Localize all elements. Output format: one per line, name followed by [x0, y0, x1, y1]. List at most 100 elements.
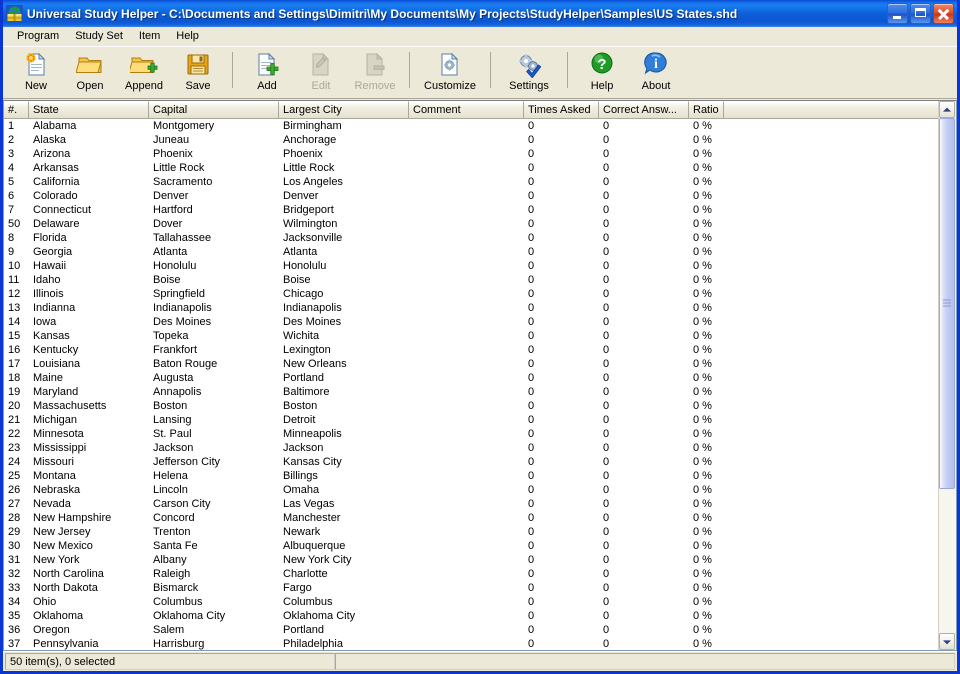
table-row[interactable]: 13 Indianna Indianapolis Indianapolis 0 0 0 %	[4, 301, 938, 315]
toolbar-button-remove[interactable]: Remove	[348, 47, 402, 96]
table-cell-times-asked: 0	[528, 512, 535, 524]
toolbar-button-save[interactable]: Save	[171, 47, 225, 96]
table-row[interactable]: 16 Kentucky Frankfort Lexington 0 0 0 %	[4, 343, 938, 357]
table-row[interactable]: 4 Arkansas Little Rock Little Rock 0 0 0 %	[4, 161, 938, 175]
table-cell-state: Indianna	[33, 302, 76, 314]
toolbar-separator	[232, 52, 233, 88]
table-cell-largest-city: Indianapolis	[283, 302, 342, 314]
table-row[interactable]: 27 Nevada Carson City Las Vegas 0 0 0 %	[4, 497, 938, 511]
table-row[interactable]: 9 Georgia Atlanta Atlanta 0 0 0 %	[4, 245, 938, 259]
menu-item-program[interactable]: Program	[9, 28, 67, 45]
table-row[interactable]: 6 Colorado Denver Denver 0 0 0 %	[4, 189, 938, 203]
table-row[interactable]: 2 Alaska Juneau Anchorage 0 0 0 %	[4, 133, 938, 147]
column-header-times-asked[interactable]: Times Asked	[524, 101, 599, 118]
minimize-button[interactable]	[887, 3, 908, 24]
table-row[interactable]: 30 New Mexico Santa Fe Albuquerque 0 0 0 %	[4, 539, 938, 553]
toolbar-button-add[interactable]: Add	[240, 47, 294, 96]
table-cell-: 22	[8, 428, 21, 440]
table-row[interactable]: 7 Connecticut Hartford Bridgeport 0 0 0 %	[4, 203, 938, 217]
table-cell-ratio: 0 %	[693, 470, 712, 482]
table-row[interactable]: 26 Nebraska Lincoln Omaha 0 0 0 %	[4, 483, 938, 497]
menu-item-help[interactable]: Help	[168, 28, 207, 45]
table-row[interactable]: 23 Mississippi Jackson Jackson 0 0 0 %	[4, 441, 938, 455]
column-header-capital[interactable]: Capital	[149, 101, 279, 118]
table-row[interactable]: 50 Delaware Dover Wilmington 0 0 0 %	[4, 217, 938, 231]
table-row[interactable]: 15 Kansas Topeka Wichita 0 0 0 %	[4, 329, 938, 343]
table-row[interactable]: 18 Maine Augusta Portland 0 0 0 %	[4, 371, 938, 385]
table-row[interactable]: 1 Alabama Montgomery Birmingham 0 0 0 %	[4, 119, 938, 133]
table-cell-comment	[409, 525, 524, 539]
title-bar[interactable]: Universal Study Helper - C:\Documents an…	[3, 0, 957, 27]
scroll-up-button[interactable]	[939, 101, 955, 118]
table-cell-correct-answ: 0	[603, 428, 610, 440]
table-cell-state: New Jersey	[33, 526, 91, 538]
table-row[interactable]: 31 New York Albany New York City 0 0 0 %	[4, 553, 938, 567]
table-cell-: 6	[8, 190, 15, 202]
table-cell-times-asked: 0	[528, 414, 535, 426]
table-row[interactable]: 19 Maryland Annapolis Baltimore 0 0 0 %	[4, 385, 938, 399]
toolbar-button-new[interactable]: New	[9, 47, 63, 96]
toolbar-button-edit[interactable]: Edit	[294, 47, 348, 96]
column-header-state[interactable]: State	[29, 101, 149, 118]
table-cell-largest-city: Manchester	[283, 512, 341, 524]
table-cell-: 15	[8, 330, 21, 342]
table-cell-times-asked: 0	[528, 582, 535, 594]
maximize-button[interactable]	[910, 3, 931, 24]
table-cell-times-asked: 0	[528, 610, 535, 622]
column-header-largest-city[interactable]: Largest City	[279, 101, 409, 118]
table-cell-capital: Dover	[153, 218, 183, 230]
study-items-listview: #. State Capital Largest City Comment Times A…	[3, 100, 957, 651]
table-row[interactable]: 29 New Jersey Trenton Newark 0 0 0 %	[4, 525, 938, 539]
table-cell-ratio: 0 %	[693, 218, 712, 230]
table-row[interactable]: 25 Montana Helena Billings 0 0 0 %	[4, 469, 938, 483]
table-cell-state: North Dakota	[33, 582, 98, 594]
table-row[interactable]: 20 Massachusetts Boston Boston 0 0 0 %	[4, 399, 938, 413]
toolbar-button-settings[interactable]: Settings	[498, 47, 560, 96]
table-row[interactable]: 37 Pennsylvania Harrisburg Philadelphia 0 0 0 …	[4, 637, 938, 650]
table-row[interactable]: 28 New Hampshire Concord Manchester 0 0 0 %	[4, 511, 938, 525]
menu-item-item[interactable]: Item	[131, 28, 168, 45]
table-row[interactable]: 22 Minnesota St. Paul Minneapolis 0 0 0 %	[4, 427, 938, 441]
table-row[interactable]: 35 Oklahoma Oklahoma City Oklahoma City 0 0 0 …	[4, 609, 938, 623]
scrollbar-track[interactable]	[939, 118, 956, 633]
table-cell-correct-answ: 0	[603, 400, 610, 412]
menu-item-study-set[interactable]: Study Set	[67, 28, 131, 45]
table-row[interactable]: 32 North Carolina Raleigh Charlotte 0 0 0 %	[4, 567, 938, 581]
table-row[interactable]: 14 Iowa Des Moines Des Moines 0 0 0 %	[4, 315, 938, 329]
toolbar-label-open: Open	[76, 80, 104, 92]
table-row[interactable]: 34 Ohio Columbus Columbus 0 0 0 %	[4, 595, 938, 609]
column-header-[interactable]: #.	[4, 101, 29, 118]
toolbar-button-append[interactable]: Append	[117, 47, 171, 96]
table-cell-state: New Hampshire	[33, 512, 112, 524]
table-cell-ratio: 0 %	[693, 554, 712, 566]
table-row[interactable]: 33 North Dakota Bismarck Fargo 0 0 0 %	[4, 581, 938, 595]
toolbar-button-customize[interactable]: Customize	[417, 47, 483, 96]
table-row[interactable]: 21 Michigan Lansing Detroit 0 0 0 %	[4, 413, 938, 427]
table-row[interactable]: 11 Idaho Boise Boise 0 0 0 %	[4, 273, 938, 287]
column-header-ratio[interactable]: Ratio	[689, 101, 724, 118]
table-row[interactable]: 12 Illinois Springfield Chicago 0 0 0 %	[4, 287, 938, 301]
toolbar-button-about[interactable]: i About	[629, 47, 683, 96]
table-row[interactable]: 24 Missouri Jefferson City Kansas City 0 0 0 %	[4, 455, 938, 469]
vertical-scrollbar[interactable]	[938, 101, 956, 650]
column-header-correct-answ[interactable]: Correct Answ...	[599, 101, 689, 118]
column-header-comment[interactable]: Comment	[409, 101, 524, 118]
scrollbar-thumb[interactable]	[939, 118, 955, 489]
toolbar-button-help[interactable]: ? Help	[575, 47, 629, 96]
table-row[interactable]: 17 Louisiana Baton Rouge New Orleans 0 0 0 %	[4, 357, 938, 371]
scroll-down-button[interactable]	[939, 633, 955, 650]
table-row[interactable]: 5 California Sacramento Los Angeles 0 0 0 %	[4, 175, 938, 189]
table-row[interactable]: 3 Arizona Phoenix Phoenix 0 0 0 %	[4, 147, 938, 161]
close-button[interactable]	[933, 3, 954, 24]
table-cell-state: New York	[33, 554, 80, 566]
table-cell-ratio: 0 %	[693, 526, 712, 538]
table-row[interactable]: 8 Florida Tallahassee Jacksonville 0 0 0 %	[4, 231, 938, 245]
table-row[interactable]: 10 Hawaii Honolulu Honolulu 0 0 0 %	[4, 259, 938, 273]
client-area: Program Study Set Item Help New Open App…	[3, 27, 957, 671]
table-cell-largest-city: Bridgeport	[283, 204, 334, 216]
listview-body[interactable]: 1 Alabama Montgomery Birmingham 0 0 0 % 2 Alaska…	[4, 119, 938, 650]
table-cell-largest-city: Oklahoma City	[283, 610, 356, 622]
table-cell-: 10	[8, 260, 21, 272]
toolbar-button-open[interactable]: Open	[63, 47, 117, 96]
table-row[interactable]: 36 Oregon Salem Portland 0 0 0 %	[4, 623, 938, 637]
